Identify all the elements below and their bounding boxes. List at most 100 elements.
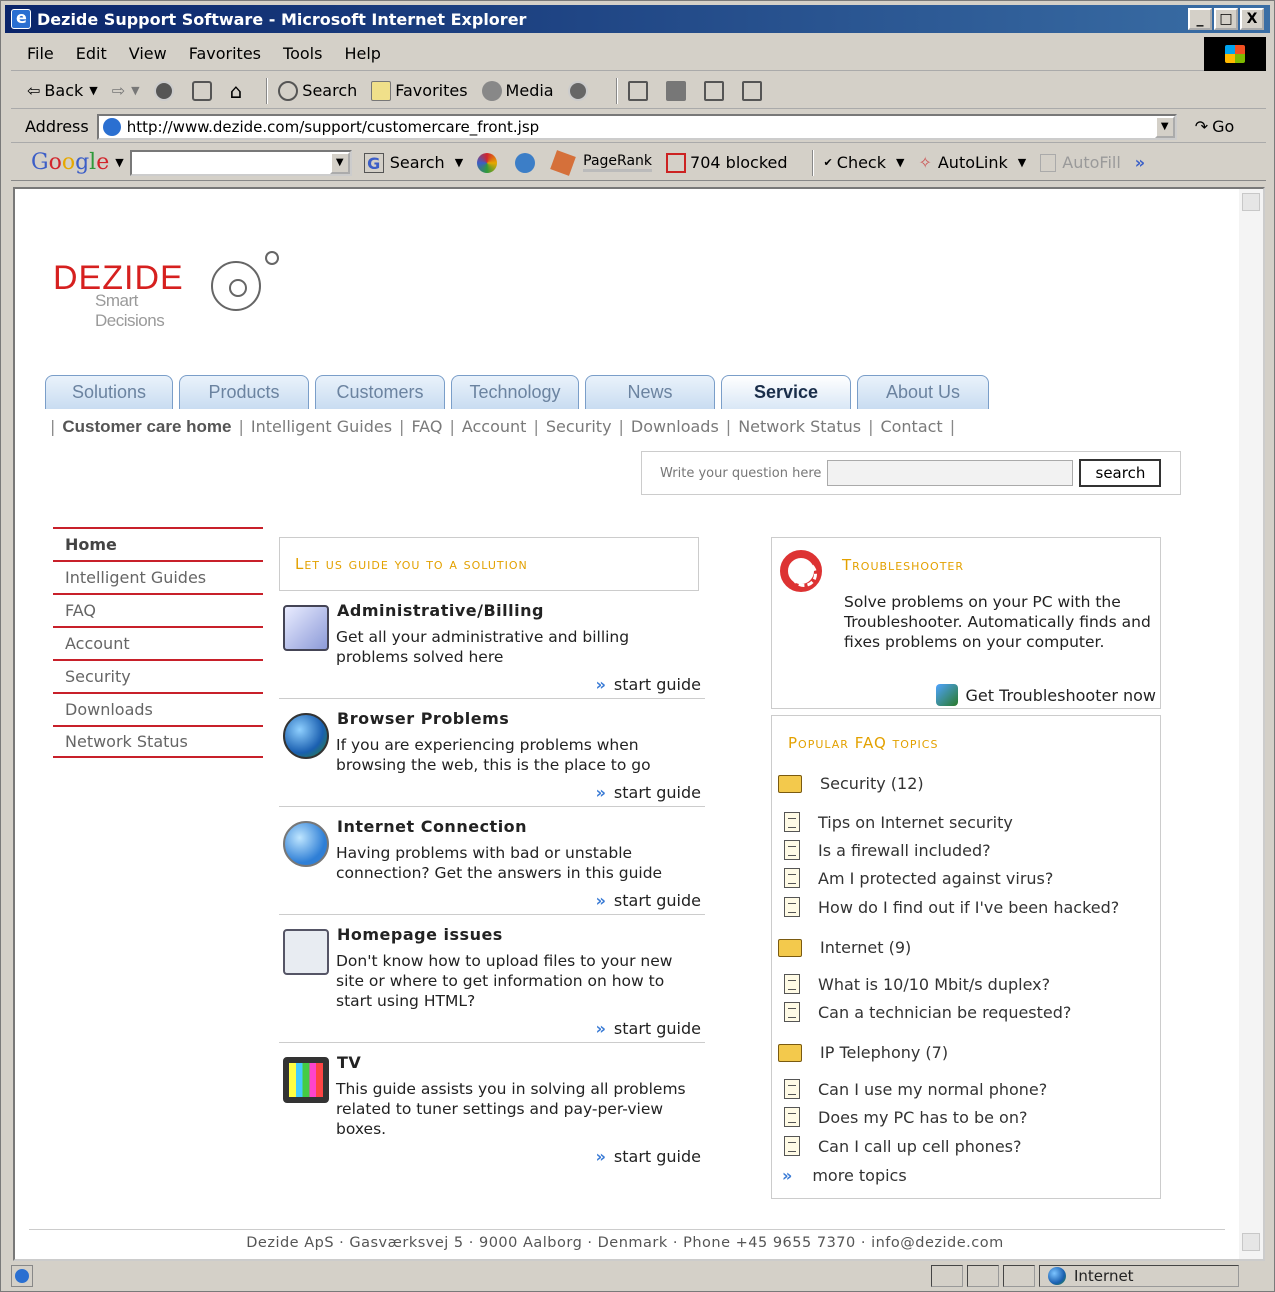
mail-button[interactable] (627, 80, 652, 101)
menu-file[interactable]: File (27, 44, 54, 63)
guide-title[interactable]: Browser Problems (337, 709, 509, 728)
subnav-contact[interactable]: Contact (880, 417, 942, 437)
faq-category-security[interactable]: Security (12) (778, 774, 924, 793)
history-button[interactable] (567, 80, 592, 101)
subnav-network-status[interactable]: Network Status (738, 417, 861, 437)
menu-help[interactable]: Help (344, 44, 380, 63)
leftnav-network-status[interactable]: Network Status (53, 725, 263, 758)
question-input[interactable] (827, 460, 1074, 486)
address-dropdown-icon[interactable]: ▼ (1154, 115, 1175, 138)
home-button[interactable]: ⌂ (230, 79, 243, 103)
start-guide-link[interactable]: » start guide (596, 783, 701, 802)
more-topics-link[interactable]: » more topics (782, 1166, 907, 1185)
leftnav-home[interactable]: Home (53, 527, 263, 560)
tab-service[interactable]: Service (721, 375, 851, 409)
guide-title[interactable]: Homepage issues (337, 925, 503, 944)
faq-question[interactable]: Tips on Internet security (784, 812, 1013, 832)
scroll-up-icon[interactable] (1242, 193, 1260, 211)
tab-products[interactable]: Products (179, 375, 309, 409)
faq-question[interactable]: How do I find out if I've been hacked? (784, 897, 1119, 917)
toolbar-overflow-chevron[interactable]: » (1135, 153, 1145, 172)
subnav-security[interactable]: Security (546, 417, 612, 437)
tab-customers[interactable]: Customers (315, 375, 445, 409)
google-browse-button[interactable] (515, 152, 539, 173)
faq-question[interactable]: Am I protected against virus? (784, 868, 1053, 888)
faq-question[interactable]: Does my PC has to be on? (784, 1107, 1027, 1127)
menu-view[interactable]: View (129, 44, 167, 63)
leftnav-intelligent-guides[interactable]: Intelligent Guides (53, 560, 263, 593)
lifebuoy-icon (780, 550, 822, 592)
subnav-customer-care-home[interactable]: Customer care home (62, 417, 231, 437)
google-logo[interactable]: Google (31, 150, 109, 175)
subnav-intelligent-guides[interactable]: Intelligent Guides (251, 417, 392, 437)
faq-category-ip-telephony[interactable]: IP Telephony (7) (778, 1043, 948, 1062)
leftnav-account[interactable]: Account (53, 626, 263, 659)
go-button[interactable]: ↷ Go (1195, 117, 1235, 136)
search-button[interactable]: Search (278, 80, 357, 101)
subnav-divider: | (868, 417, 874, 436)
guide-title[interactable]: TV (337, 1053, 361, 1072)
forward-button[interactable]: ⇨ ▼ (112, 81, 140, 100)
google-news-button[interactable] (477, 152, 501, 173)
question-label: Can a technician be requested? (818, 1002, 1072, 1022)
faq-question[interactable]: Is a firewall included? (784, 840, 991, 860)
tab-technology[interactable]: Technology (451, 375, 579, 409)
faq-category-internet[interactable]: Internet (9) (778, 938, 911, 957)
stop-button[interactable] (153, 80, 178, 101)
leftnav-faq[interactable]: FAQ (53, 593, 263, 626)
back-button[interactable]: ⇦ Back ▼ (27, 81, 98, 100)
chevron-down-icon[interactable]: ▼ (115, 156, 123, 169)
autolink-button[interactable]: ✧ AutoLink ▼ (918, 153, 1026, 172)
google-search-input[interactable]: ▼ (129, 149, 352, 176)
start-guide-label: start guide (613, 1147, 701, 1166)
start-guide-link[interactable]: » start guide (596, 1019, 701, 1038)
scroll-down-icon[interactable] (1242, 1233, 1260, 1251)
subnav-downloads[interactable]: Downloads (631, 417, 719, 437)
subnav-account[interactable]: Account (462, 417, 527, 437)
refresh-button[interactable] (191, 80, 216, 101)
guide-homepage-issues: Homepage issues Don't know how to upload… (279, 925, 705, 1043)
chevron-down-icon[interactable]: ▼ (329, 151, 350, 174)
maximize-button[interactable]: □ (1214, 8, 1238, 30)
favorites-button[interactable]: Favorites (371, 80, 468, 101)
page-viewport: DEZIDE Smart Decisions Solutions Product… (13, 187, 1265, 1261)
start-guide-label: start guide (613, 783, 701, 802)
faq-question[interactable]: Can a technician be requested? (784, 1002, 1071, 1022)
faq-question[interactable]: Can I call up cell phones? (784, 1136, 1021, 1156)
get-troubleshooter-link[interactable]: Get Troubleshooter now (935, 684, 1156, 706)
faq-question[interactable]: Can I use my normal phone? (784, 1079, 1047, 1099)
autofill-button[interactable]: AutoFill (1040, 153, 1121, 172)
guide-title[interactable]: Internet Connection (337, 817, 527, 836)
print-button[interactable] (665, 80, 690, 101)
leftnav-security[interactable]: Security (53, 659, 263, 692)
tab-news[interactable]: News (585, 375, 715, 409)
guide-description: Get all your administrative and billing … (336, 628, 630, 666)
close-button[interactable]: X (1240, 8, 1264, 30)
start-guide-link[interactable]: » start guide (596, 891, 701, 910)
minimize-button[interactable]: _ (1188, 8, 1212, 30)
start-guide-label: start guide (613, 675, 701, 694)
menu-favorites[interactable]: Favorites (189, 44, 261, 63)
tab-solutions[interactable]: Solutions (45, 375, 173, 409)
media-button[interactable]: Media (481, 80, 554, 101)
menu-edit[interactable]: Edit (76, 44, 107, 63)
start-guide-link[interactable]: » start guide (596, 675, 701, 694)
faq-question[interactable]: What is 10/10 Mbit/s duplex? (784, 974, 1050, 994)
google-search-button[interactable]: G Search ▼ (363, 152, 463, 173)
vertical-scrollbar[interactable] (1239, 189, 1263, 1259)
leftnav-downloads[interactable]: Downloads (53, 692, 263, 725)
guide-title[interactable]: Administrative/Billing (337, 601, 544, 620)
edit-button[interactable] (703, 80, 728, 101)
discuss-button[interactable] (741, 80, 766, 101)
search-button[interactable]: search (1079, 459, 1162, 487)
popup-blocker-button[interactable]: 704 blocked (666, 152, 788, 173)
tab-about-us[interactable]: About Us (857, 375, 989, 409)
spell-check-button[interactable]: ✔ Check ▼ (824, 153, 905, 172)
subnav-faq[interactable]: FAQ (411, 417, 442, 437)
menu-tools[interactable]: Tools (283, 44, 322, 63)
start-guide-link[interactable]: » start guide (596, 1147, 701, 1166)
subnav-divider: | (50, 417, 56, 436)
dezide-logo[interactable]: DEZIDE Smart Decisions (53, 251, 279, 330)
security-zone[interactable]: Internet (1039, 1265, 1239, 1287)
address-field[interactable]: http://www.dezide.com/support/customerca… (96, 113, 1177, 140)
